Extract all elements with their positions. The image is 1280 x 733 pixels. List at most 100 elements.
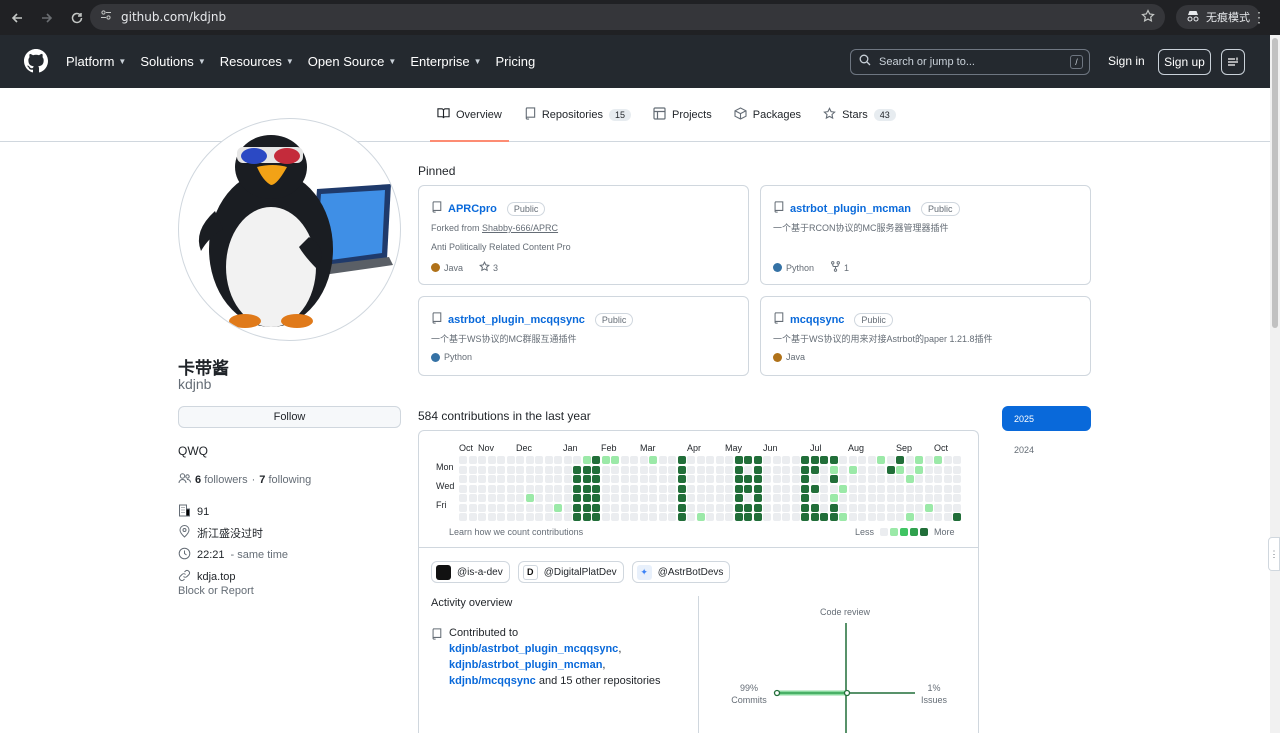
contribution-day-cell[interactable] bbox=[620, 465, 629, 474]
contribution-day-cell[interactable] bbox=[715, 484, 724, 493]
contribution-day-cell[interactable] bbox=[753, 503, 762, 512]
learn-contributions-link[interactable]: Learn how we count contributions bbox=[449, 527, 583, 537]
contribution-day-cell[interactable] bbox=[478, 465, 486, 474]
contribution-day-cell[interactable] bbox=[820, 503, 828, 512]
contribution-day-cell[interactable] bbox=[611, 484, 619, 493]
contribution-day-cell[interactable] bbox=[744, 465, 752, 474]
contribution-day-cell[interactable] bbox=[953, 465, 961, 474]
contribution-day-cell[interactable] bbox=[848, 503, 857, 512]
contribution-day-cell[interactable] bbox=[658, 456, 667, 464]
contribution-day-cell[interactable] bbox=[839, 475, 847, 483]
contribution-day-cell[interactable] bbox=[810, 513, 819, 521]
contribution-day-cell[interactable] bbox=[801, 465, 809, 474]
contribution-day-cell[interactable] bbox=[896, 503, 904, 512]
side-panel-handle[interactable]: ⋮ bbox=[1268, 537, 1280, 571]
contribution-day-cell[interactable] bbox=[601, 494, 610, 502]
contribution-day-cell[interactable] bbox=[525, 513, 534, 521]
contribution-day-cell[interactable] bbox=[848, 484, 857, 493]
contribution-day-cell[interactable] bbox=[544, 484, 553, 493]
contribution-day-cell[interactable] bbox=[497, 456, 505, 464]
contributed-repo-link[interactable]: kdjnb/astrbot_plugin_mcqqsync bbox=[449, 643, 618, 655]
contribution-day-cell[interactable] bbox=[725, 456, 733, 464]
contribution-day-cell[interactable] bbox=[487, 456, 496, 464]
contribution-day-cell[interactable] bbox=[687, 513, 695, 521]
contribution-day-cell[interactable] bbox=[905, 456, 914, 464]
contribution-day-cell[interactable] bbox=[810, 494, 819, 502]
contribution-day-cell[interactable] bbox=[468, 503, 477, 512]
contribution-day-cell[interactable] bbox=[506, 475, 515, 483]
contribution-day-cell[interactable] bbox=[468, 494, 477, 502]
tab-stars[interactable]: Stars 43 bbox=[816, 88, 903, 142]
contribution-day-cell[interactable] bbox=[649, 503, 657, 512]
contribution-day-cell[interactable] bbox=[858, 494, 866, 502]
contribution-day-cell[interactable] bbox=[886, 513, 895, 521]
contribution-day-cell[interactable] bbox=[886, 484, 895, 493]
contributed-repo-link[interactable]: kdjnb/astrbot_plugin_mcman bbox=[449, 659, 602, 671]
contribution-day-cell[interactable] bbox=[772, 456, 781, 464]
contribution-day-cell[interactable] bbox=[715, 503, 724, 512]
contribution-day-cell[interactable] bbox=[858, 484, 866, 493]
contribution-day-cell[interactable] bbox=[734, 494, 743, 502]
contribution-day-cell[interactable] bbox=[582, 475, 591, 483]
contribution-day-cell[interactable] bbox=[487, 484, 496, 493]
contribution-day-cell[interactable] bbox=[544, 494, 553, 502]
contribution-day-cell[interactable] bbox=[943, 484, 952, 493]
contribution-day-cell[interactable] bbox=[848, 494, 857, 502]
contribution-day-cell[interactable] bbox=[772, 503, 781, 512]
contribution-day-cell[interactable] bbox=[791, 513, 800, 521]
tab-overview[interactable]: Overview bbox=[430, 88, 509, 142]
contribution-day-cell[interactable] bbox=[810, 475, 819, 483]
contribution-day-cell[interactable] bbox=[953, 484, 961, 493]
contribution-day-cell[interactable] bbox=[611, 494, 619, 502]
contributed-repo-link[interactable]: kdjnb/mcqqsync bbox=[449, 675, 536, 687]
contribution-day-cell[interactable] bbox=[677, 503, 686, 512]
contribution-day-cell[interactable] bbox=[506, 465, 515, 474]
contribution-day-cell[interactable] bbox=[544, 503, 553, 512]
contribution-day-cell[interactable] bbox=[715, 494, 724, 502]
contribution-day-cell[interactable] bbox=[573, 475, 581, 483]
contribution-day-cell[interactable] bbox=[468, 513, 477, 521]
contribution-day-cell[interactable] bbox=[601, 503, 610, 512]
nav-platform[interactable]: Platform ▼ bbox=[66, 54, 126, 69]
contribution-day-cell[interactable] bbox=[905, 484, 914, 493]
contribution-day-cell[interactable] bbox=[839, 494, 847, 502]
contribution-day-cell[interactable] bbox=[554, 513, 562, 521]
contribution-day-cell[interactable] bbox=[829, 465, 838, 474]
contribution-day-cell[interactable] bbox=[782, 503, 790, 512]
pinned-repo-link[interactable]: mcqqsync bbox=[790, 314, 844, 326]
contribution-day-cell[interactable] bbox=[896, 456, 904, 464]
contribution-day-cell[interactable] bbox=[506, 494, 515, 502]
contribution-day-cell[interactable] bbox=[687, 456, 695, 464]
contribution-day-cell[interactable] bbox=[763, 484, 771, 493]
contribution-day-cell[interactable] bbox=[535, 465, 543, 474]
contribution-day-cell[interactable] bbox=[630, 456, 638, 464]
pinned-repo-link[interactable]: APRCpro bbox=[448, 203, 497, 215]
contribution-day-cell[interactable] bbox=[782, 456, 790, 464]
contribution-day-cell[interactable] bbox=[886, 465, 895, 474]
scrollbar-thumb[interactable] bbox=[1272, 38, 1278, 328]
contribution-day-cell[interactable] bbox=[877, 475, 885, 483]
contribution-day-cell[interactable] bbox=[668, 494, 676, 502]
contribution-day-cell[interactable] bbox=[763, 465, 771, 474]
contribution-day-cell[interactable] bbox=[725, 513, 733, 521]
contribution-day-cell[interactable] bbox=[535, 494, 543, 502]
contribution-day-cell[interactable] bbox=[563, 456, 572, 464]
contribution-day-cell[interactable] bbox=[820, 465, 828, 474]
contribution-day-cell[interactable] bbox=[820, 475, 828, 483]
contribution-day-cell[interactable] bbox=[506, 484, 515, 493]
contribution-day-cell[interactable] bbox=[848, 513, 857, 521]
nav-resources[interactable]: Resources ▼ bbox=[220, 54, 294, 69]
contribution-day-cell[interactable] bbox=[459, 456, 467, 464]
tab-packages[interactable]: Packages bbox=[727, 88, 808, 142]
contribution-day-cell[interactable] bbox=[459, 503, 467, 512]
contribution-day-cell[interactable] bbox=[877, 513, 885, 521]
contribution-day-cell[interactable] bbox=[630, 494, 638, 502]
contribution-day-cell[interactable] bbox=[820, 494, 828, 502]
contribution-day-cell[interactable] bbox=[468, 465, 477, 474]
contribution-day-cell[interactable] bbox=[934, 494, 942, 502]
contribution-day-cell[interactable] bbox=[677, 475, 686, 483]
contribution-day-cell[interactable] bbox=[782, 465, 790, 474]
contribution-day-cell[interactable] bbox=[658, 475, 667, 483]
contribution-day-cell[interactable] bbox=[744, 513, 752, 521]
contribution-day-cell[interactable] bbox=[582, 484, 591, 493]
